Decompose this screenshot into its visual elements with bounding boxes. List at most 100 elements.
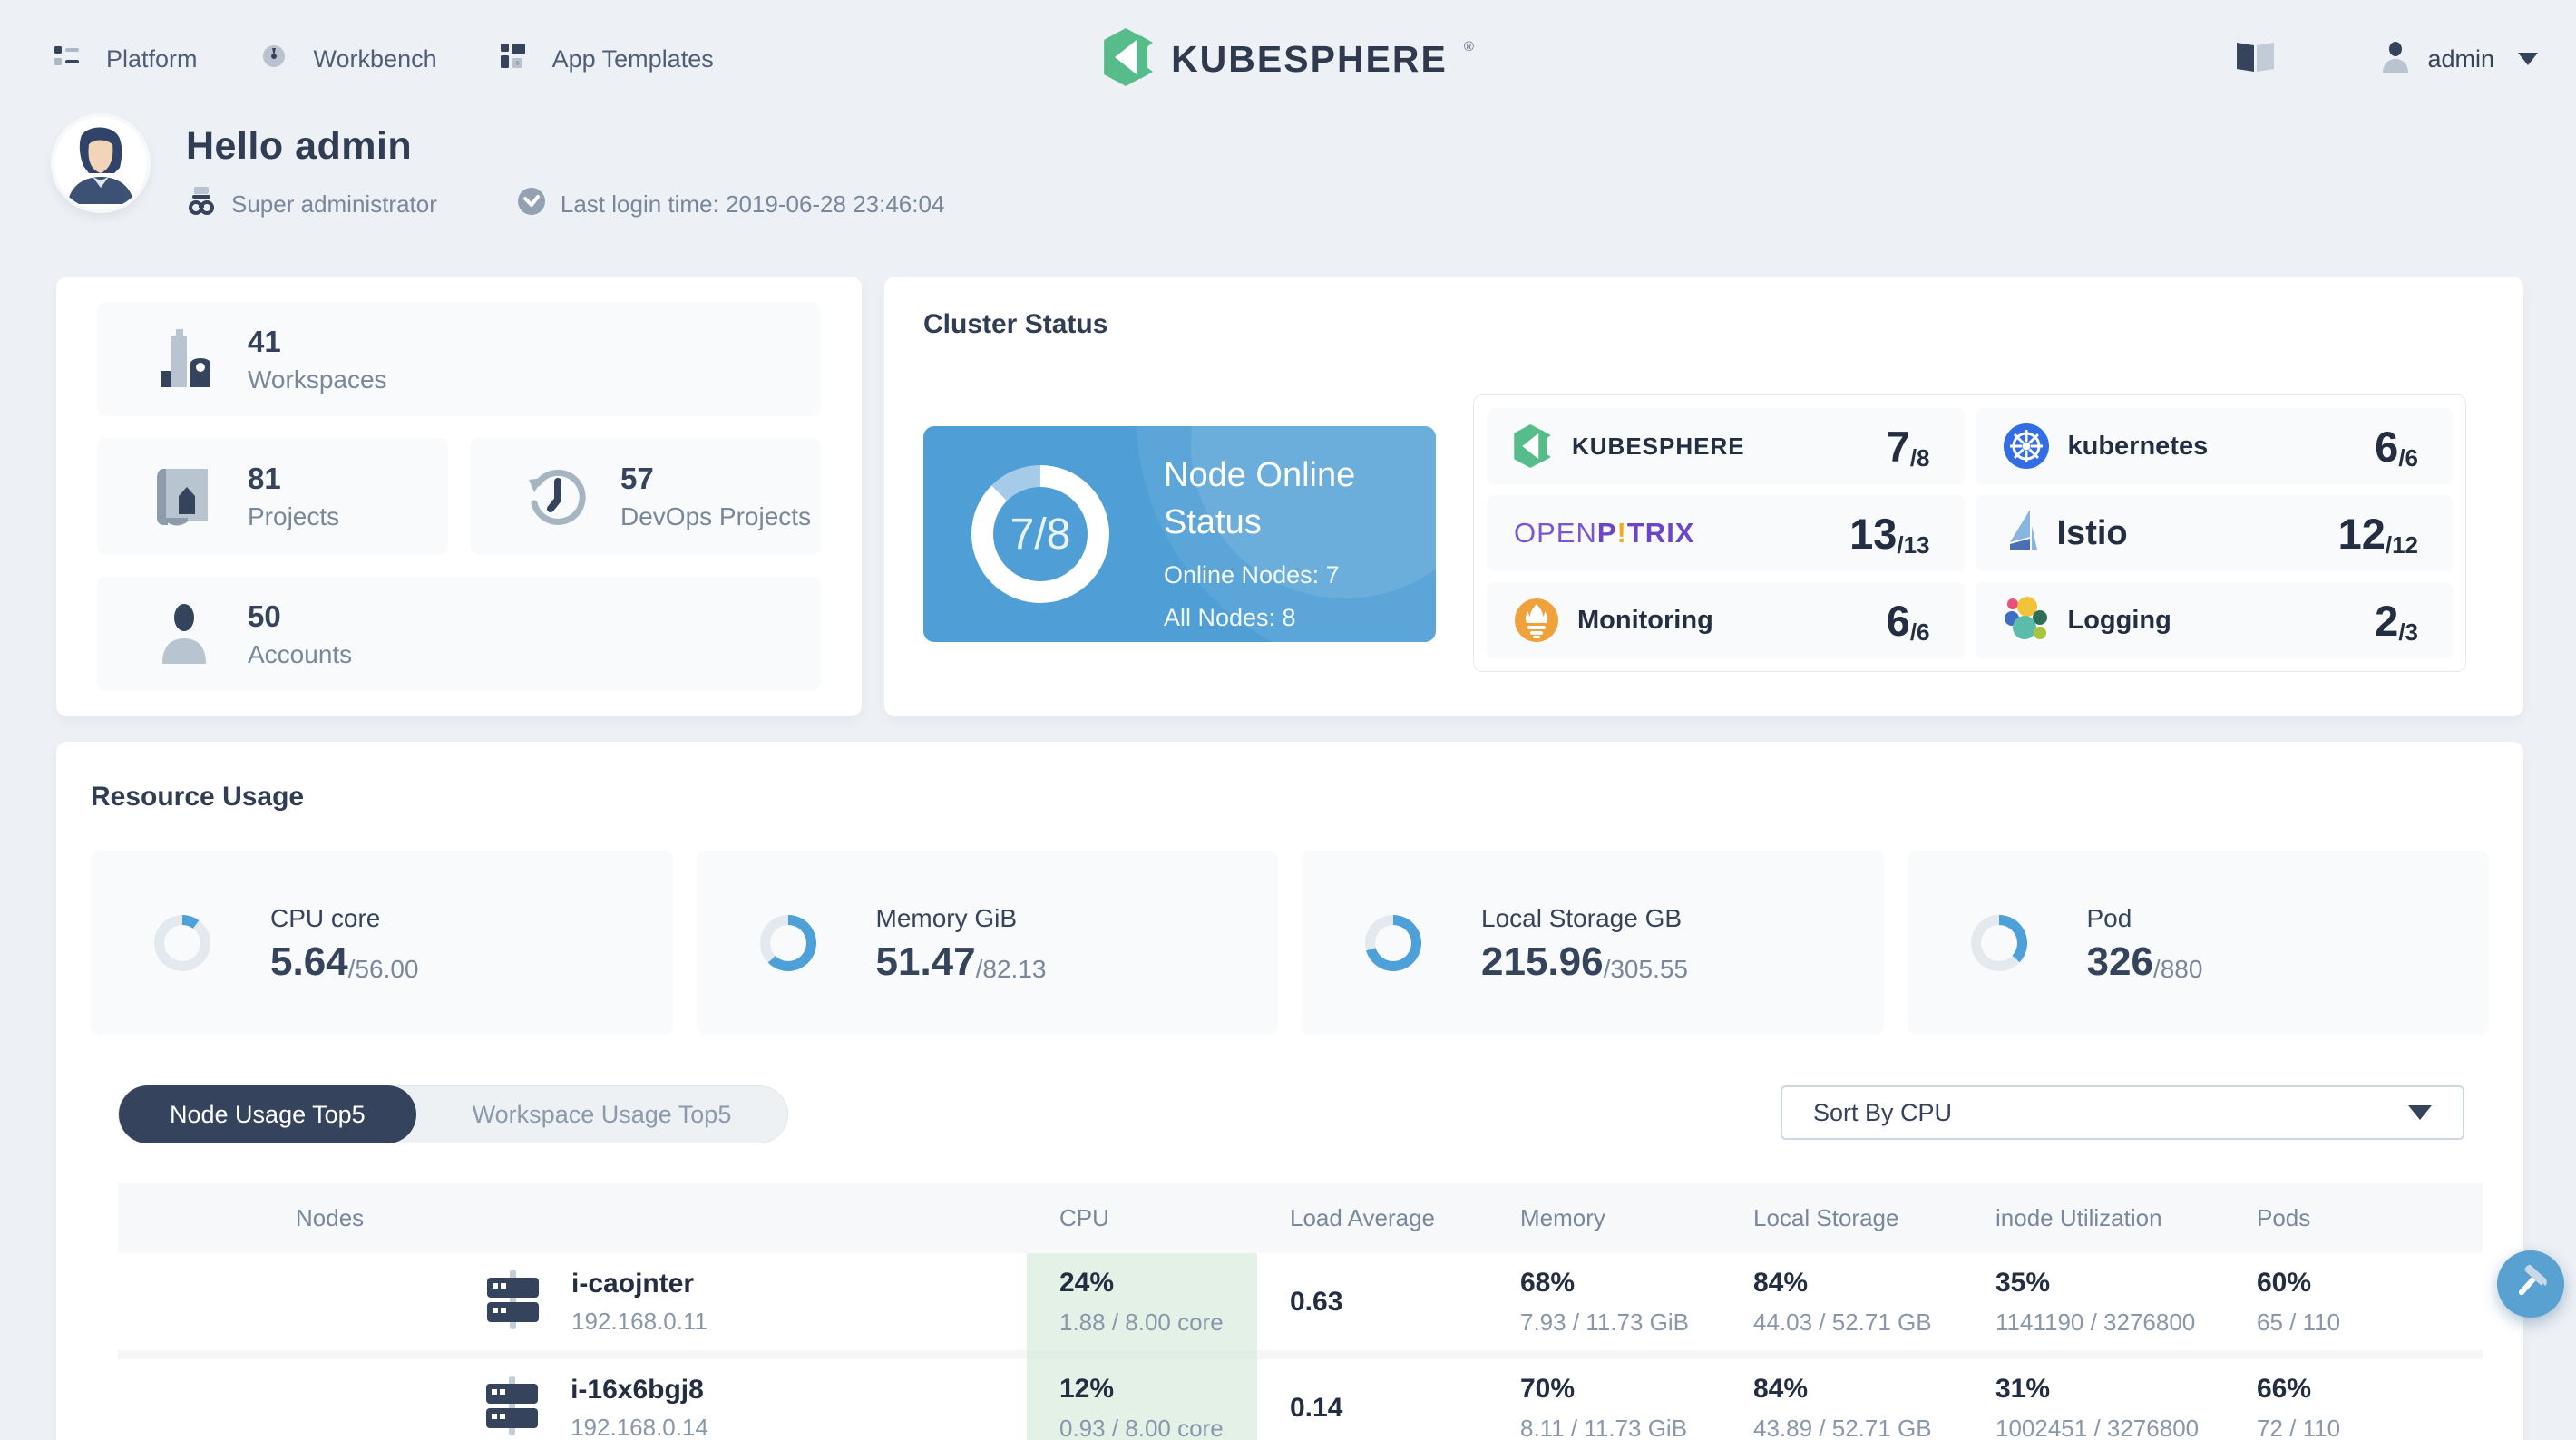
dashboard-page: Platform Workbench App Templates KUBESPH… (0, 0, 2576, 1440)
stat-label: Accounts (248, 639, 353, 668)
openpitrix-open: OPEN (1514, 517, 1597, 549)
memory-detail: 7.93 / 11.73 GiB (1520, 1308, 1689, 1336)
stat-workspaces[interactable]: 41 Workspaces (97, 302, 821, 416)
memory-cell: 70% 8.11 / 11.73 GiB (1488, 1359, 1721, 1440)
devops-projects-icon (515, 467, 599, 527)
memory-percent: 68% (1520, 1267, 1576, 1298)
user-name: admin (2427, 44, 2494, 73)
component-openpitrix: OPENP!TRIX 13/13 (1487, 495, 1965, 571)
platform-icon (54, 44, 79, 74)
inode-detail: 1002451 / 3276800 (1995, 1414, 2200, 1440)
col-load-average: Load Average (1290, 1204, 1435, 1231)
table-row[interactable]: i-caojnter 192.168.0.11 24% 1.88 / 8.00 … (118, 1253, 2483, 1350)
hammer-icon (2511, 1262, 2551, 1307)
storage-detail: 44.03 / 52.71 GB (1753, 1308, 1932, 1336)
component-value: 7 (1886, 422, 1910, 471)
sort-by-dropdown[interactable]: Sort By CPU (1781, 1085, 2464, 1140)
monitoring-icon (1514, 598, 1559, 643)
component-logging: Logging 2/3 (1975, 582, 2453, 658)
node-name: i-caojnter (571, 1268, 695, 1299)
components-grid: KUBESPHERE 7/8 kubernetes 6/6 OPENP!TRIX… (1473, 394, 2466, 672)
col-nodes: Nodes (296, 1204, 365, 1231)
resource-memory: Memory GiB 51.47/82.13 (696, 851, 1278, 1035)
workspaces-icon (142, 329, 226, 389)
component-total: /13 (1897, 530, 1930, 559)
stat-devops-projects[interactable]: 57 DevOps Projects (470, 438, 821, 555)
storage-ring (1365, 914, 1421, 971)
stat-texts: 81 Projects (248, 462, 339, 531)
brand-name: KUBESPHERE (1171, 37, 1448, 80)
ring-label: Memory GiB (875, 903, 1018, 932)
storage-percent: 84% (1753, 1267, 1809, 1298)
greeting-section: Hello admin Super administrator Last log… (54, 117, 944, 224)
component-total: /12 (2385, 530, 2418, 559)
main-nav: Platform Workbench App Templates (0, 44, 714, 75)
avatar (54, 117, 147, 209)
ring-value: 51.47 (875, 939, 976, 984)
component-value: 2 (2375, 596, 2399, 645)
ring-label: Pod (2086, 903, 2132, 932)
server-icon (483, 1270, 542, 1334)
storage-cell: 84% 43.89 / 52.71 GB (1721, 1359, 1963, 1440)
overview-stats-card: 41 Workspaces 81 Projects 57 DevOps Proj… (56, 277, 862, 716)
ring-value: 5.64 (270, 939, 348, 984)
inode-percent: 31% (1995, 1373, 2051, 1404)
component-total: /6 (1909, 618, 1930, 646)
user-role-label: Super administrator (231, 190, 437, 218)
stat-texts: 41 Workspaces (248, 325, 387, 394)
nav-platform[interactable]: Platform (54, 44, 198, 74)
nav-app-templates[interactable]: App Templates (500, 44, 714, 74)
component-count: 13/13 (1849, 509, 1929, 559)
ring-texts: CPU core 5.64/56.00 (270, 903, 419, 984)
tab-node-usage-top5[interactable]: Node Usage Top5 (119, 1085, 416, 1143)
col-pods: Pods (2257, 1204, 2311, 1231)
tab-workspace-usage-top5[interactable]: Workspace Usage Top5 (416, 1086, 788, 1143)
inode-cell: 31% 1002451 / 3276800 (1963, 1359, 2224, 1440)
kubesphere-logo[interactable]: KUBESPHERE ® (1104, 0, 1474, 118)
nav-app-templates-label: App Templates (551, 44, 714, 73)
component-value: 12 (2337, 509, 2386, 558)
node-usage-table: Nodes CPU Load Average Memory Local Stor… (118, 1183, 2483, 1440)
pod-ring (1970, 914, 2027, 971)
component-count: 2/3 (2375, 596, 2418, 646)
toolbox-fab-button[interactable] (2497, 1250, 2564, 1318)
stat-accounts[interactable]: 50 Accounts (97, 577, 821, 691)
cluster-status-title: Cluster Status (923, 309, 1108, 339)
openpitrix-bang: ! (1616, 517, 1627, 549)
table-row[interactable]: i-16x6bgj8 192.168.0.14 12% 0.93 / 8.00 … (118, 1359, 2483, 1440)
storage-cell: 84% 44.03 / 52.71 GB (1721, 1253, 1963, 1350)
load-value: 0.63 (1290, 1286, 1343, 1317)
col-memory: Memory (1520, 1204, 1605, 1231)
component-count: 7/8 (1886, 422, 1930, 472)
load-cell: 0.14 (1257, 1359, 1488, 1440)
greeting-texts: Hello admin Super administrator Last log… (186, 117, 944, 224)
node-status-donut: 7/8 (971, 465, 1109, 603)
istio-icon (2003, 510, 2039, 557)
stat-projects[interactable]: 81 Projects (97, 438, 448, 555)
component-monitoring: Monitoring 6/6 (1487, 582, 1965, 658)
col-local-storage: Local Storage (1753, 1204, 1899, 1231)
component-value: 13 (1849, 509, 1898, 558)
component-kubesphere: KUBESPHERE 7/8 (1487, 408, 1965, 484)
ring-total: /82.13 (975, 954, 1047, 983)
storage-percent: 84% (1753, 1373, 1809, 1404)
ring-texts: Local Storage GB 215.96/305.55 (1481, 904, 1688, 983)
cpu-percent: 24% (1059, 1267, 1115, 1298)
user-menu[interactable]: admin (2382, 41, 2538, 77)
resource-rings: CPU core 5.64/56.00 Memory GiB 51.47/82.… (91, 851, 2489, 1035)
ring-label: CPU core (270, 903, 381, 932)
cluster-status-card: Cluster Status 7/8 Node Online Status On… (884, 277, 2523, 716)
ring-total: /305.55 (1603, 954, 1688, 983)
cpu-detail: 1.88 / 8.00 core (1059, 1308, 1224, 1336)
documentation-icon[interactable] (2235, 41, 2277, 78)
pods-percent: 66% (2257, 1373, 2312, 1404)
user-icon (2382, 41, 2409, 77)
component-value: 6 (2375, 422, 2399, 471)
nav-platform-label: Platform (106, 44, 198, 73)
ring-texts: Memory GiB 51.47/82.13 (875, 903, 1047, 984)
component-total: /6 (2398, 443, 2418, 472)
logging-icon (2003, 597, 2050, 644)
cpu-percent: 12% (1059, 1373, 1115, 1404)
nav-workbench[interactable]: Workbench (261, 44, 437, 75)
pods-cell: 66% 72 / 110 (2224, 1359, 2483, 1440)
